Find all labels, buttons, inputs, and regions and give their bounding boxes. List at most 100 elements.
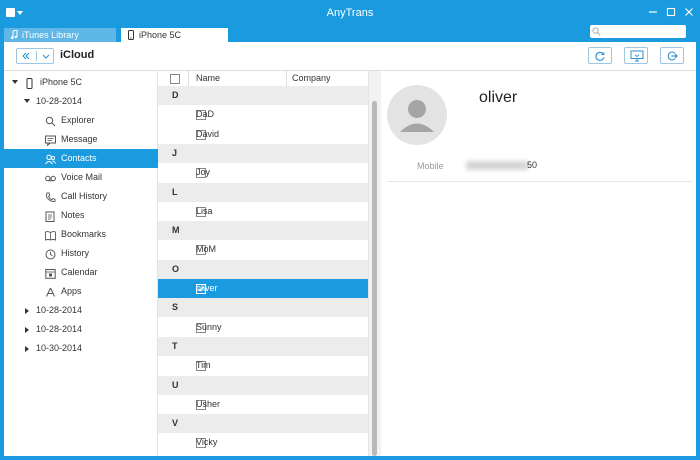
list-scrollbar[interactable] xyxy=(369,71,381,456)
sidebar-item-calendar[interactable]: Calendar xyxy=(4,263,158,282)
contact-name: oliver xyxy=(479,89,518,106)
expand-arrow-icon[interactable] xyxy=(25,327,29,333)
sidebar-item-explorer[interactable]: Explorer xyxy=(4,111,158,130)
select-all-checkbox[interactable] xyxy=(170,74,180,84)
sidebar-item-label: Apps xyxy=(61,286,82,296)
sidebar-item-label: History xyxy=(61,248,90,258)
expand-arrow-icon[interactable] xyxy=(25,346,29,352)
section-header: U xyxy=(158,375,368,395)
sidebar-item-call-history[interactable]: Call History xyxy=(4,187,158,206)
history-icon xyxy=(45,248,56,260)
minimize-icon[interactable] xyxy=(646,5,660,19)
notes-icon xyxy=(45,210,56,222)
contact-name-cell: MoM xyxy=(196,244,216,255)
sidebar-item-contacts[interactable]: Contacts xyxy=(4,149,158,168)
column-name[interactable]: Name xyxy=(196,73,220,83)
section-header: V xyxy=(158,414,368,434)
contact-name-cell: Joy xyxy=(196,167,211,178)
section-letter: V xyxy=(172,418,179,429)
sidebar-backup-4[interactable]: 10-30-2014 xyxy=(4,339,158,358)
section-header: L xyxy=(158,182,368,202)
section-letter: O xyxy=(172,263,180,274)
sidebar-item-label: Call History xyxy=(61,191,108,201)
contact-name-cell: Sunny xyxy=(196,321,222,332)
scrollbar-thumb[interactable] xyxy=(372,101,377,456)
table-row[interactable]: David xyxy=(158,125,368,144)
section-letter: M xyxy=(172,225,180,236)
sidebar-item-label: Voice Mail xyxy=(61,172,103,182)
tab-bar: iTunes Library iPhone 5C xyxy=(0,26,700,42)
sidebar-item-apps[interactable]: Apps xyxy=(4,282,158,301)
contact-name-cell: David xyxy=(196,128,220,139)
message-icon xyxy=(45,134,56,147)
sidebar-item-label: Calendar xyxy=(61,267,98,277)
sidebar-item-label: Contacts xyxy=(61,153,97,163)
section-letter: T xyxy=(172,340,178,351)
title-bar: AnyTrans xyxy=(0,0,700,26)
expand-arrow-icon[interactable] xyxy=(25,308,29,314)
table-row[interactable]: MoM xyxy=(158,240,368,259)
section-letter: D xyxy=(172,90,179,100)
bookmark-icon xyxy=(45,229,56,241)
sidebar-backup-label: 10-28-2014 xyxy=(36,324,83,334)
sidebar-item-notes[interactable]: Notes xyxy=(4,206,158,225)
sidebar-item-history[interactable]: History xyxy=(4,244,158,263)
contact-name-cell: Tim xyxy=(196,360,211,371)
sidebar-item-bookmarks[interactable]: Bookmarks xyxy=(4,225,158,244)
table-row[interactable]: Tim xyxy=(158,356,368,375)
sidebar-device-label: iPhone 5C xyxy=(40,77,83,87)
sidebar-backup-label: 10-28-2014 xyxy=(36,305,83,315)
music-icon xyxy=(10,29,18,40)
sidebar-item-label: Message xyxy=(61,134,98,144)
tab-iphone-5c[interactable]: iPhone 5C xyxy=(121,28,228,42)
window-title: AnyTrans xyxy=(326,7,374,19)
table-row[interactable]: oliver xyxy=(158,279,368,298)
section-header: T xyxy=(158,336,368,356)
section-header: M xyxy=(158,221,368,241)
column-divider xyxy=(286,71,287,86)
sidebar-item-voicemail[interactable]: Voice Mail xyxy=(4,168,158,187)
to-device-button[interactable] xyxy=(660,47,684,64)
back-icon[interactable] xyxy=(17,49,35,63)
expand-arrow-icon[interactable] xyxy=(24,99,30,103)
sidebar: iPhone 5C 10-28-2014 Explorer Message Co… xyxy=(4,71,158,456)
chevron-down-icon[interactable] xyxy=(37,49,55,63)
column-company[interactable]: Company xyxy=(292,73,331,83)
sidebar-item-label: Explorer xyxy=(61,115,95,125)
table-row[interactable]: Lisa xyxy=(158,202,368,221)
table-row[interactable]: Joy xyxy=(158,163,368,182)
tab-itunes-library[interactable]: iTunes Library xyxy=(4,28,116,42)
sidebar-item-message[interactable]: Message xyxy=(4,130,158,149)
sidebar-backup-2[interactable]: 10-28-2014 xyxy=(4,301,158,320)
table-row[interactable]: Sunny xyxy=(158,318,368,337)
maximize-icon[interactable] xyxy=(664,5,678,19)
table-row[interactable]: DaD xyxy=(158,105,368,124)
mobile-number-blurred xyxy=(466,161,528,170)
sidebar-item-label: Notes xyxy=(61,210,85,220)
section-header: D xyxy=(158,86,368,105)
expand-arrow-icon[interactable] xyxy=(12,80,18,84)
toolbar: iCloud xyxy=(4,42,696,71)
section-header: O xyxy=(158,259,368,279)
contact-name-cell: Usher xyxy=(196,398,221,409)
contact-list: Name Company D DaD David J Joy L Lisa M MoM Ooliv… xyxy=(158,71,369,456)
voicemail-icon xyxy=(45,172,56,183)
contact-name-cell: Lisa xyxy=(196,205,213,216)
sidebar-device[interactable]: iPhone 5C xyxy=(4,73,158,92)
close-icon[interactable] xyxy=(682,5,696,19)
refresh-button[interactable] xyxy=(588,47,612,64)
sidebar-backup[interactable]: 10-28-2014 xyxy=(4,92,158,111)
nav-buttons xyxy=(16,48,54,64)
sidebar-backup-3[interactable]: 10-28-2014 xyxy=(4,320,158,339)
section-header: J xyxy=(158,143,368,163)
table-row[interactable]: Usher xyxy=(158,395,368,414)
tab-label: iTunes Library xyxy=(22,30,79,40)
contacts-icon xyxy=(45,153,56,165)
tab-label: iPhone 5C xyxy=(139,30,182,40)
table-row[interactable]: Vicky xyxy=(158,433,368,452)
to-computer-button[interactable] xyxy=(624,47,648,64)
divider xyxy=(387,181,692,182)
mobile-number: 50 xyxy=(527,160,538,170)
calendar-icon xyxy=(45,267,56,279)
breadcrumb: iCloud xyxy=(60,49,95,61)
